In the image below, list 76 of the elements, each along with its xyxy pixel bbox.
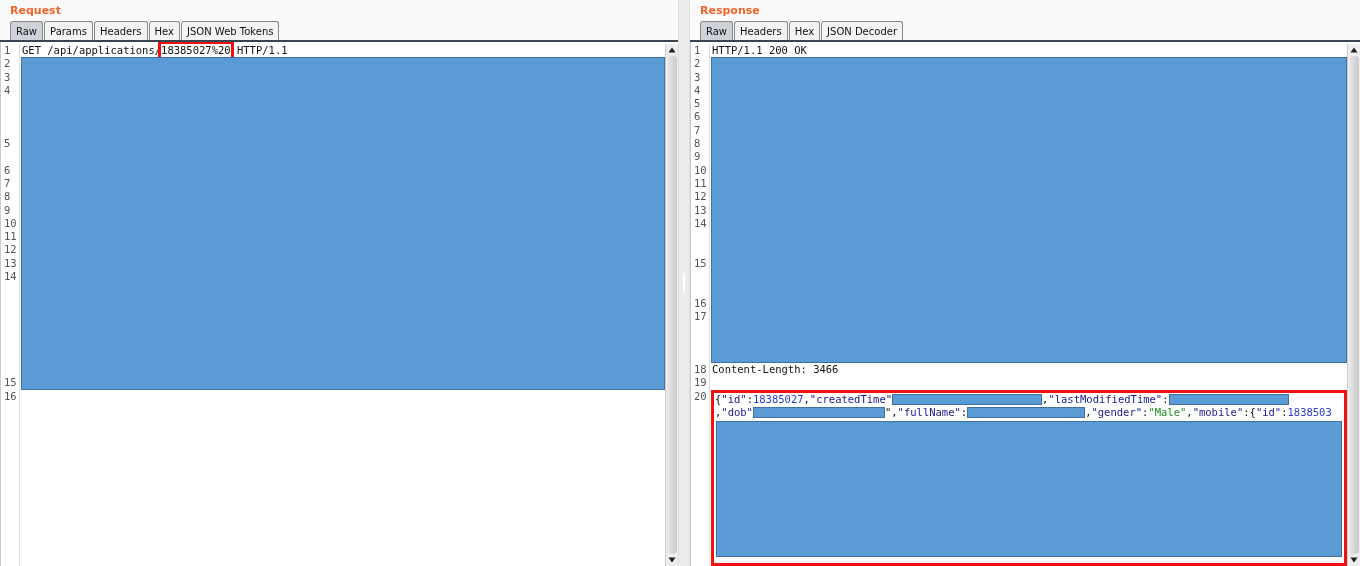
code-text: : [1281,406,1288,420]
tab[interactable]: JSON Web Tokens [181,21,280,40]
line-number: 4 [693,83,701,98]
code-text: "Male" [1148,406,1187,420]
line-number: 6 [693,110,701,124]
code-text: , [715,406,722,420]
code-text: GET /api/applications/ [22,44,162,58]
tab[interactable]: Raw [10,21,44,40]
line-number: 4 [3,83,11,98]
line-number: 12 [3,243,17,257]
code-text: 18385027%20 [161,44,231,58]
code-text: Content-Length: 3466 [712,363,839,377]
tab[interactable]: Params [44,21,93,40]
tab[interactable]: Hex [788,21,821,40]
line-number: 20 [693,389,707,404]
line-number: 8 [3,190,11,204]
code-text: , [1085,406,1092,420]
line-number: 8 [693,137,701,151]
line-number: 16 [693,296,707,310]
line-number: 16 [3,389,17,404]
code-text: "lastModifiedTime" [1048,392,1163,407]
line-number: 3 [693,70,701,84]
code-text: 1838503 [1287,406,1332,420]
line-number: 15 [693,256,707,271]
code-text: : [1142,406,1149,420]
line-number: 6 [3,163,11,177]
line-number: 14 [693,216,707,231]
code-text: , [803,392,810,407]
code-text: : [960,406,968,420]
code-text: "id" [721,392,747,407]
line-number: 10 [693,163,707,177]
code-text: , [1186,406,1193,420]
line-number: 12 [693,190,707,204]
code-text: { [715,392,722,407]
code-text: : [746,392,753,407]
line-number: 17 [693,309,707,324]
line-number: 10 [3,216,17,231]
line-number: 15 [3,376,17,390]
line-number: 18 [693,363,707,377]
line-number: 13 [693,203,707,217]
line-number: 9 [693,150,701,164]
tab[interactable]: JSON Decoder [821,21,903,40]
code-text: ", [884,406,898,420]
line-number: 1 [3,44,11,58]
code-text: HTTP/1.1 200 OK [712,44,807,58]
line-number: 3 [3,70,11,84]
line-number: 9 [3,203,11,217]
line-number: 5 [3,137,11,151]
line-number: 11 [693,176,707,191]
line-number: 2 [693,57,701,71]
tab[interactable]: Raw [700,21,734,40]
tab[interactable]: Headers [93,21,148,40]
code-text: "fullName" [897,406,961,420]
line-number: 1 [693,44,701,58]
line-number: 7 [3,176,11,191]
code-text: "id" [1255,406,1282,420]
code-text: "gender" [1091,406,1143,420]
code-text: :{ [1243,406,1256,420]
line-number: 7 [693,123,701,138]
code-text: 18385027 [752,392,804,407]
code-text: : [1162,392,1169,407]
line-number: 14 [3,270,17,284]
code-text: "createdTime" [809,392,893,407]
code-text: "dob" [721,406,753,420]
code-text: , [1042,392,1049,407]
line-number: 11 [3,230,17,244]
tab[interactable]: Hex [148,21,180,40]
code-text: HTTP/1.1 [235,44,288,58]
line-number: 13 [3,256,17,271]
code-text: "mobile" [1192,406,1244,420]
tab[interactable]: Headers [734,21,788,40]
panel-title: Response [699,3,761,19]
line-number: 5 [693,97,701,111]
panel-title: Request [9,3,62,19]
line-number: 2 [3,57,11,71]
line-number: 19 [693,376,707,390]
